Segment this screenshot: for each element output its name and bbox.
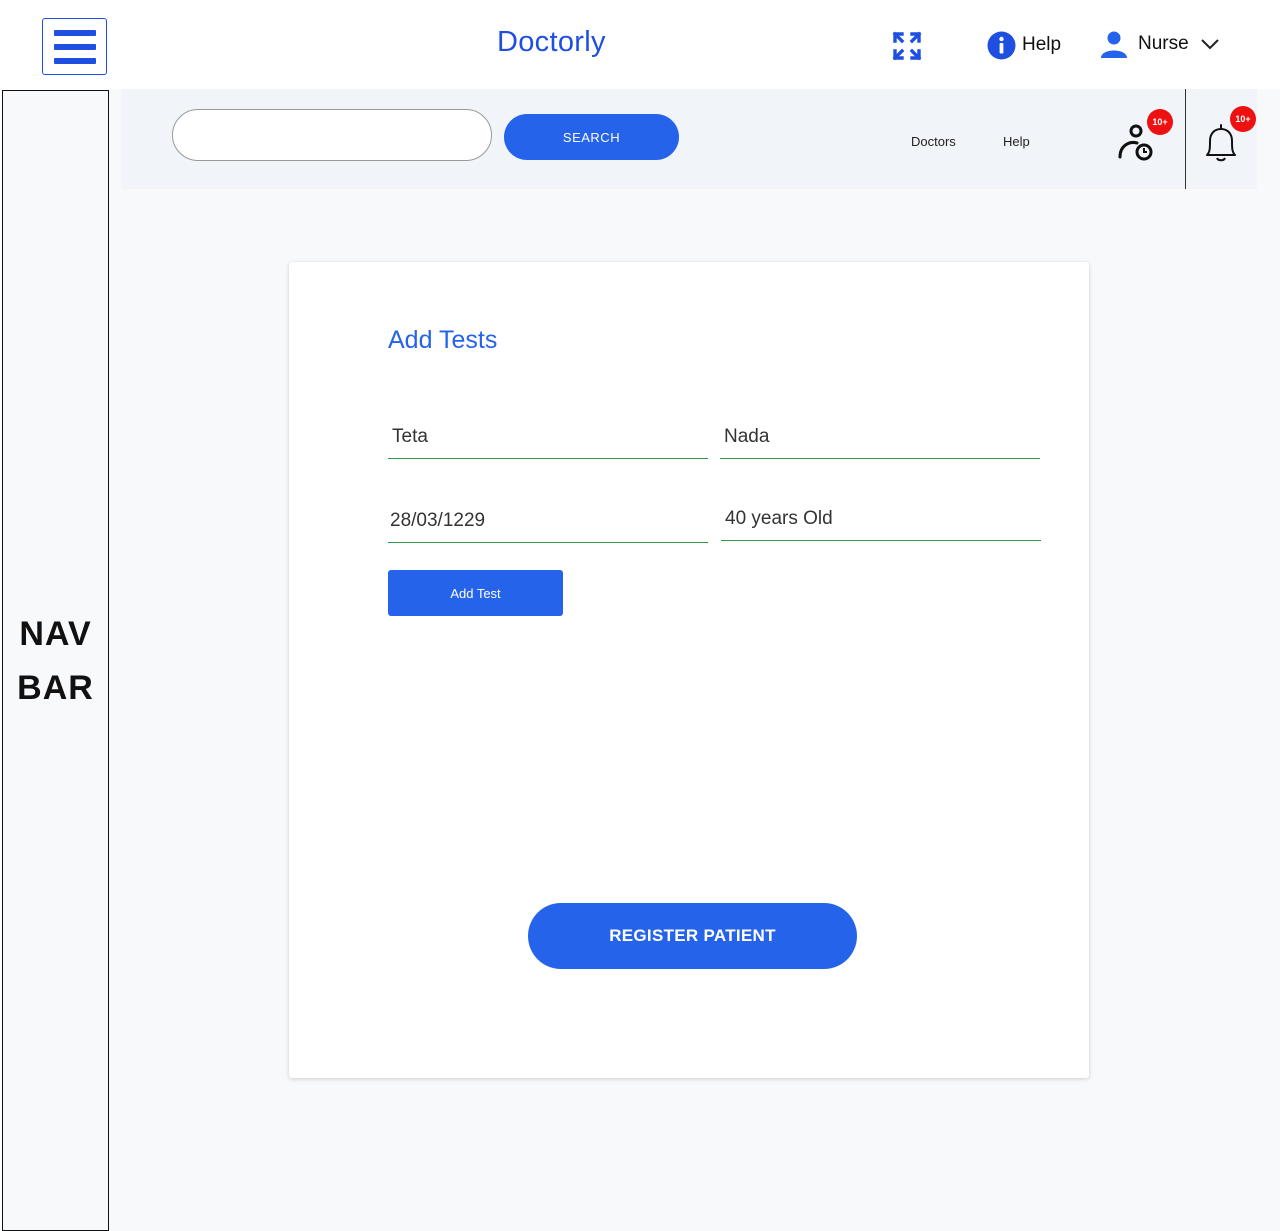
navbar-placeholder-label: NAV BAR bbox=[17, 614, 94, 707]
user-role-label: Nurse bbox=[1138, 33, 1189, 54]
nav-link-help[interactable]: Help bbox=[1003, 134, 1030, 149]
register-patient-button[interactable]: REGISTER PATIENT bbox=[528, 903, 857, 969]
add-test-button[interactable]: Add Test bbox=[388, 570, 563, 616]
top-header: Doctorly Help Nurse bbox=[0, 0, 1280, 89]
patients-badge: 10+ bbox=[1147, 109, 1173, 135]
last-name-field[interactable]: Nada bbox=[720, 415, 1040, 459]
hamburger-icon-line bbox=[53, 57, 96, 64]
hamburger-menu-button[interactable] bbox=[42, 18, 107, 75]
user-icon bbox=[1101, 31, 1127, 58]
search-input[interactable] bbox=[172, 109, 492, 161]
first-name-field[interactable]: Teta bbox=[388, 415, 708, 459]
brand-title[interactable]: Doctorly bbox=[497, 26, 606, 59]
main-content: SEARCH Doctors Help 10+ 10+ Add Tests Te… bbox=[109, 89, 1280, 1231]
hamburger-icon-line bbox=[53, 29, 96, 36]
age-field[interactable]: 40 years Old bbox=[721, 497, 1041, 541]
birth-date-field[interactable]: 28/03/1229 bbox=[388, 499, 708, 543]
side-navbar: NAV BAR bbox=[2, 90, 109, 1231]
hamburger-icon-line bbox=[53, 43, 96, 50]
info-icon bbox=[987, 31, 1016, 59]
user-menu-dropdown[interactable]: Nurse bbox=[1100, 28, 1221, 60]
expand-icon[interactable] bbox=[892, 31, 922, 61]
notifications-badge: 10+ bbox=[1230, 106, 1256, 132]
toolbar-divider bbox=[1185, 89, 1186, 189]
search-toolbar: SEARCH Doctors Help 10+ 10+ bbox=[121, 89, 1257, 189]
chevron-down-icon bbox=[1200, 39, 1219, 50]
search-button[interactable]: SEARCH bbox=[504, 114, 679, 160]
card-title: Add Tests bbox=[388, 326, 498, 354]
add-tests-card: Add Tests Teta Nada 28/03/1229 40 years … bbox=[289, 262, 1089, 1078]
help-label: Help bbox=[1022, 34, 1062, 55]
help-button[interactable]: Help bbox=[987, 30, 1061, 60]
nav-link-doctors[interactable]: Doctors bbox=[911, 134, 956, 149]
